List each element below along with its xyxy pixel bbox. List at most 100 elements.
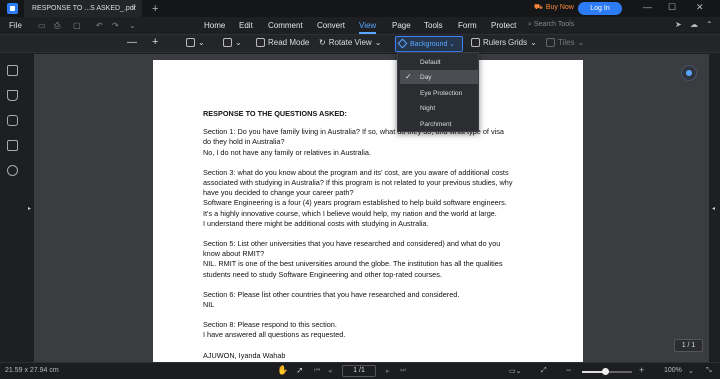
page-number-input[interactable]: 1 /1: [342, 365, 376, 377]
menu-comment[interactable]: Comment: [268, 21, 303, 30]
background-option-default[interactable]: Default: [398, 55, 480, 69]
cloud-icon[interactable]: ☁: [690, 20, 698, 29]
page-display-button[interactable]: ⌄: [186, 38, 205, 47]
menu-page[interactable]: Page: [392, 21, 411, 30]
ai-assistant-icon[interactable]: [681, 65, 697, 81]
section-8: Section 8: Please respond to this sectio…: [203, 320, 563, 340]
checkmark-icon: ✓: [405, 72, 412, 81]
tiles-label: Tiles: [558, 38, 575, 47]
rotate-icon: ↻: [319, 38, 326, 47]
fullscreen-icon[interactable]: ⤡: [706, 367, 712, 375]
menu-view[interactable]: View: [359, 21, 377, 34]
document-canvas: RESPONSE TO THE QUESTIONS ASKED: Section…: [34, 54, 709, 362]
buy-now-button[interactable]: ⛟ Buy Now: [534, 3, 574, 12]
background-option-day[interactable]: ✓ Day: [400, 70, 478, 84]
expand-right-panel-icon[interactable]: ◂: [712, 205, 715, 212]
document-tab[interactable]: RESPONSE TO ...S ASKED_.pdf ×: [24, 0, 142, 17]
send-icon[interactable]: ➤: [675, 20, 682, 29]
redo-icon[interactable]: ↷: [112, 21, 119, 30]
zoom-out-button[interactable]: —: [127, 37, 137, 48]
menu-home[interactable]: Home: [204, 21, 225, 30]
menu-protect[interactable]: Protect: [491, 21, 516, 30]
bookmark-icon[interactable]: [7, 90, 18, 101]
rulers-label: Rulers: [483, 38, 507, 47]
tiles-icon: [546, 38, 555, 47]
rulers-button[interactable]: Rulers: [471, 38, 506, 47]
title-bar: RESPONSE TO ...S ASKED_.pdf × + ⛟ Buy No…: [0, 0, 720, 17]
rotate-view-button[interactable]: ↻ Rotate View ⌄: [319, 38, 381, 47]
more-arrow-icon[interactable]: ⌄: [129, 21, 136, 30]
status-bar: 21.59 x 27.94 cm ✋ ➚ ⏮ ◂ 1 /1 ▸ ⏭ ▭⌄ ⤢ −…: [0, 362, 720, 379]
book-icon: [256, 38, 265, 47]
background-option-eye-protection[interactable]: Eye Protection: [398, 86, 480, 100]
page-dimensions: 21.59 x 27.94 cm: [5, 367, 59, 374]
view-toolbar: — + ⌄ ⌄ Read Mode ↻ Rotate View ⌄ Backgro…: [0, 34, 720, 53]
select-tool-icon[interactable]: ➚: [296, 365, 304, 376]
background-button[interactable]: Background ⌄: [395, 36, 463, 52]
attachment-icon[interactable]: [7, 140, 18, 151]
grids-label: Grids: [508, 38, 528, 47]
document-text: RESPONSE TO THE QUESTIONS ASKED: Section…: [203, 109, 563, 362]
menu-file[interactable]: File: [9, 21, 22, 30]
background-option-night[interactable]: Night: [398, 101, 480, 115]
menu-convert[interactable]: Convert: [317, 21, 345, 30]
login-button[interactable]: Log In: [578, 2, 622, 15]
zoom-slider[interactable]: [582, 368, 632, 375]
page-layout-icon[interactable]: ▭⌄: [509, 367, 521, 375]
section-6: Section 6: Please list other countries t…: [203, 290, 563, 310]
pdf-page: RESPONSE TO THE QUESTIONS ASKED: Section…: [153, 60, 583, 362]
document-heading: RESPONSE TO THE QUESTIONS ASKED:: [203, 109, 347, 118]
text-line: NIL: [203, 300, 215, 310]
text-line: associated with studying in Australia? I…: [203, 178, 513, 188]
menu-form[interactable]: Form: [458, 21, 477, 30]
read-mode-button[interactable]: Read Mode: [256, 38, 309, 47]
print-icon[interactable]: ⎙: [54, 21, 60, 31]
text-line: have you decided to change your career p…: [203, 188, 354, 198]
zoom-level[interactable]: 100%: [664, 367, 682, 374]
text-line: know about RMIT?: [203, 249, 265, 259]
close-tab-icon[interactable]: ×: [131, 4, 136, 13]
undo-icon[interactable]: ↶: [96, 21, 103, 30]
section-1: Section 1: Do you have family living in …: [203, 127, 563, 158]
first-page-icon[interactable]: ⏮: [314, 367, 320, 375]
search-tools-label: Search Tools: [533, 21, 575, 28]
fit-width-button[interactable]: ⌄: [223, 38, 242, 47]
text-line: Section 5: List other universities that …: [203, 239, 501, 249]
menu-edit[interactable]: Edit: [239, 21, 253, 30]
text-line: NIL. RMIT is one of the best universitie…: [203, 259, 503, 269]
last-page-icon[interactable]: ⏭: [400, 367, 406, 375]
text-line: Section 8: Please respond to this sectio…: [203, 320, 337, 330]
search-panel-icon[interactable]: [7, 165, 18, 176]
hand-tool-icon[interactable]: ✋: [277, 365, 288, 376]
new-tab-button[interactable]: +: [152, 3, 158, 15]
menu-tools[interactable]: Tools: [424, 21, 443, 30]
fit-page-icon[interactable]: ⤢: [541, 367, 547, 375]
signature-name: AJUWON, Iyanda Wahab: [203, 351, 563, 361]
close-window-button[interactable]: ✕: [696, 2, 704, 13]
zoom-minus-button[interactable]: −: [566, 365, 571, 375]
minimize-button[interactable]: —: [643, 2, 652, 12]
zoom-in-button[interactable]: +: [152, 36, 158, 48]
maximize-button[interactable]: ☐: [668, 2, 676, 13]
comment-icon[interactable]: [7, 115, 18, 126]
open-icon[interactable]: ▢: [73, 21, 81, 30]
section-3: Section 3: what do you know about the pr…: [203, 168, 563, 229]
save-icon[interactable]: ▭: [38, 21, 46, 30]
expand-left-panel-icon[interactable]: ▸: [28, 205, 31, 212]
background-icon: [397, 38, 408, 49]
thumbnails-icon[interactable]: [7, 65, 18, 76]
next-page-icon[interactable]: ▸: [386, 367, 390, 375]
collapse-ribbon-icon[interactable]: ⌃: [706, 20, 713, 29]
grids-button[interactable]: Grids ⌄: [508, 38, 537, 47]
text-line: AJUWON, Iyanda Wahab: [203, 350, 286, 360]
zoom-slider-handle[interactable]: [601, 368, 609, 375]
section-5: Section 5: List other universities that …: [203, 239, 563, 280]
search-tools[interactable]: ⌕ Search Tools: [528, 21, 574, 29]
zoom-dropdown-icon[interactable]: ⌄: [688, 367, 694, 375]
tiles-button[interactable]: Tiles ⌄: [546, 38, 584, 47]
left-sidebar: [0, 54, 26, 362]
app-logo-icon: [7, 3, 18, 14]
background-option-parchment[interactable]: Parchment: [398, 117, 480, 131]
prev-page-icon[interactable]: ◂: [328, 367, 332, 375]
zoom-plus-button[interactable]: +: [639, 365, 644, 375]
